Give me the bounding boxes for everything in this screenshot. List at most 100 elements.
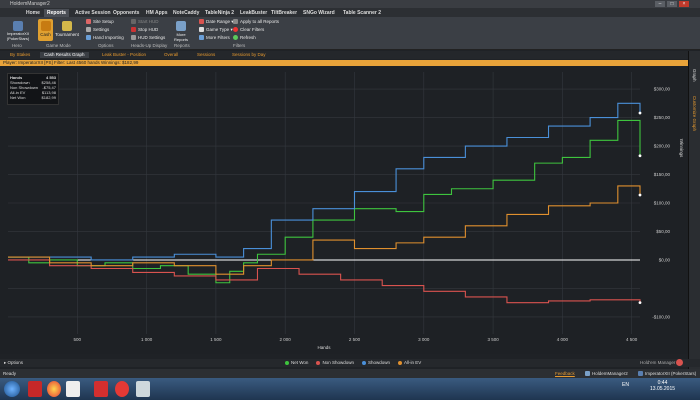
series-line-showdown <box>8 102 641 261</box>
results-graph[interactable]: -$100,00 $0,00 $50,00 $100,00 $150,00 $200,00… <box>0 66 688 354</box>
tab-opponents[interactable]: Opponents <box>110 9 142 17</box>
stats-row-value: $182,99 <box>41 95 56 100</box>
site-setup-button[interactable]: Site Setup <box>86 19 114 25</box>
tab-table-scanner[interactable]: Table Scanner 2 <box>340 9 384 17</box>
legend-item[interactable]: Net Won <box>285 360 308 365</box>
gear-icon <box>86 27 91 33</box>
date-range-label: Date Range <box>206 19 231 24</box>
subtab-overall[interactable]: Overall <box>160 52 182 58</box>
yandex-icon[interactable] <box>28 381 42 397</box>
close-button[interactable]: × <box>679 1 689 7</box>
hm2-logo-icon <box>676 359 683 366</box>
graph-side-tab[interactable]: Graph <box>692 69 697 82</box>
filters-group-label: Filters <box>233 43 246 48</box>
legend-label: Showdown <box>367 360 390 365</box>
stop-hud-button[interactable]: Stop HUD <box>131 27 158 33</box>
refresh-label: Refresh <box>240 35 256 40</box>
database-indicator[interactable]: HoldemManager2 <box>585 369 628 378</box>
tab-reports[interactable]: Reports <box>44 9 69 17</box>
tab-active-session[interactable]: Active Session <box>72 9 114 17</box>
legend-item[interactable]: Showdown <box>361 360 390 365</box>
ribbon: ImperatorXII (PokerStars) Hero Cash Tour… <box>0 17 700 50</box>
filter-icon <box>199 35 204 41</box>
subtab-sessions-by-day[interactable]: Sessions by Day <box>228 52 270 58</box>
holdem-manager-icon[interactable] <box>66 381 80 397</box>
series-end-point <box>638 154 642 158</box>
start-hud-button[interactable]: Start HUD <box>131 19 159 25</box>
hud-settings-button[interactable]: HUD Settings <box>131 35 165 41</box>
y-tick-label: $250,00 <box>654 115 671 120</box>
series-end-point <box>638 193 642 197</box>
hm2-taskbar-icon[interactable] <box>115 381 129 397</box>
language-indicator[interactable]: EN <box>622 382 629 388</box>
legend-swatch <box>361 360 366 365</box>
tournament-button[interactable]: Tournament <box>55 19 79 41</box>
refresh-button[interactable]: Refresh <box>233 35 256 41</box>
tab-tableninja[interactable]: TableNinja 2 <box>202 9 237 17</box>
game-type-button[interactable]: Game Type ▾ <box>199 27 233 33</box>
feedback-link[interactable]: Feedback <box>555 369 575 378</box>
legend-item[interactable]: All-in EV <box>397 360 421 365</box>
clear-icon <box>233 27 238 33</box>
series-end-point <box>638 111 642 115</box>
subtab-leak-buster-position[interactable]: Leak Buster - Position <box>98 52 150 58</box>
options-group-label: Options <box>98 43 114 48</box>
player-indicator[interactable]: ImperatorXII (PokerStars) <box>638 369 696 378</box>
stats-row: Net Won $182,99 <box>10 95 56 100</box>
tab-leakbuster[interactable]: LeakBuster <box>237 9 270 17</box>
subtab-by-stakes[interactable]: By Stakes <box>6 52 34 58</box>
subtab-cash-results-graph[interactable]: Cash Results Graph <box>40 52 89 58</box>
customize-graph-side-tab[interactable]: Customize Graph <box>692 96 697 131</box>
y-tick-label: $100,00 <box>654 201 671 206</box>
report-tab-bar: By Stakes Cash Results Graph Leak Buster… <box>0 51 700 59</box>
x-tick-label: 500 <box>74 337 82 342</box>
poker-client-icon[interactable] <box>94 381 108 397</box>
tab-sngo-wizard[interactable]: SNGo Wizard <box>300 9 338 17</box>
status-bar: Ready Feedback HoldemManager2 ImperatorX… <box>0 369 700 378</box>
tab-tiltbreaker[interactable]: TiltBreaker <box>268 9 300 17</box>
settings-button[interactable]: Settings <box>86 27 109 33</box>
clock[interactable]: 0:44 13.05.2015 <box>650 380 675 392</box>
more-filters-button[interactable]: More Filters <box>199 35 230 41</box>
apply-all-label: Apply to all Reports <box>240 19 280 24</box>
apply-all-reports-button[interactable]: Apply to all Reports <box>233 19 280 25</box>
date-range-button[interactable]: Date Range ▾ <box>199 19 234 25</box>
minimize-button[interactable]: – <box>655 1 665 7</box>
apply-icon <box>233 19 238 25</box>
subtab-sessions[interactable]: Sessions <box>193 52 219 58</box>
reports-group-label: Reports <box>174 43 190 48</box>
chrome-icon[interactable] <box>47 381 61 397</box>
cash-icon <box>40 21 51 31</box>
site-setup-label: Site Setup <box>93 19 114 24</box>
import-icon <box>86 35 91 41</box>
windows-taskbar: EN 0:44 13.05.2015 <box>0 378 700 400</box>
more-reports-button[interactable]: More Reports <box>171 19 191 42</box>
more-filters-label: More Filters <box>206 35 230 40</box>
more-reports-label: More Reports <box>173 32 188 42</box>
y-tick-label: $50,00 <box>656 229 670 234</box>
legend-item[interactable]: Non Showdown <box>316 360 354 365</box>
clear-filters-button[interactable]: Clear Filters <box>233 27 264 33</box>
start-button-icon[interactable] <box>4 381 20 397</box>
hand-importing-label: Hand Importing <box>93 35 124 40</box>
database-name: HoldemManager2 <box>592 371 628 376</box>
tab-hm-apps[interactable]: HM Apps <box>143 9 170 17</box>
maximize-button[interactable]: □ <box>667 1 677 7</box>
main-tab-bar: Home Reports Active Session Opponents HM… <box>0 8 700 17</box>
tab-notecaddy[interactable]: NoteCaddy <box>170 9 202 17</box>
app-window: HoldemManager2 – □ × Home Reports Active… <box>0 0 700 400</box>
options-toggle[interactable]: ▸ Options <box>4 360 23 366</box>
cash-button[interactable]: Cash <box>38 19 53 41</box>
refresh-icon <box>233 35 238 41</box>
notepad-icon[interactable] <box>136 381 150 397</box>
x-tick-label: 1 500 <box>210 337 222 342</box>
tab-home[interactable]: Home <box>23 9 43 17</box>
stop-icon <box>131 27 136 33</box>
hand-importing-button[interactable]: Hand Importing <box>86 35 124 41</box>
hero-selector[interactable]: ImperatorXII (PokerStars) <box>4 19 32 41</box>
y-tick-label: $0,00 <box>659 257 671 262</box>
user-icon <box>638 371 643 377</box>
start-hud-label: Start HUD <box>138 19 159 24</box>
window-title: HoldemManager2 <box>10 1 50 7</box>
x-tick-label: 2 500 <box>349 337 361 342</box>
